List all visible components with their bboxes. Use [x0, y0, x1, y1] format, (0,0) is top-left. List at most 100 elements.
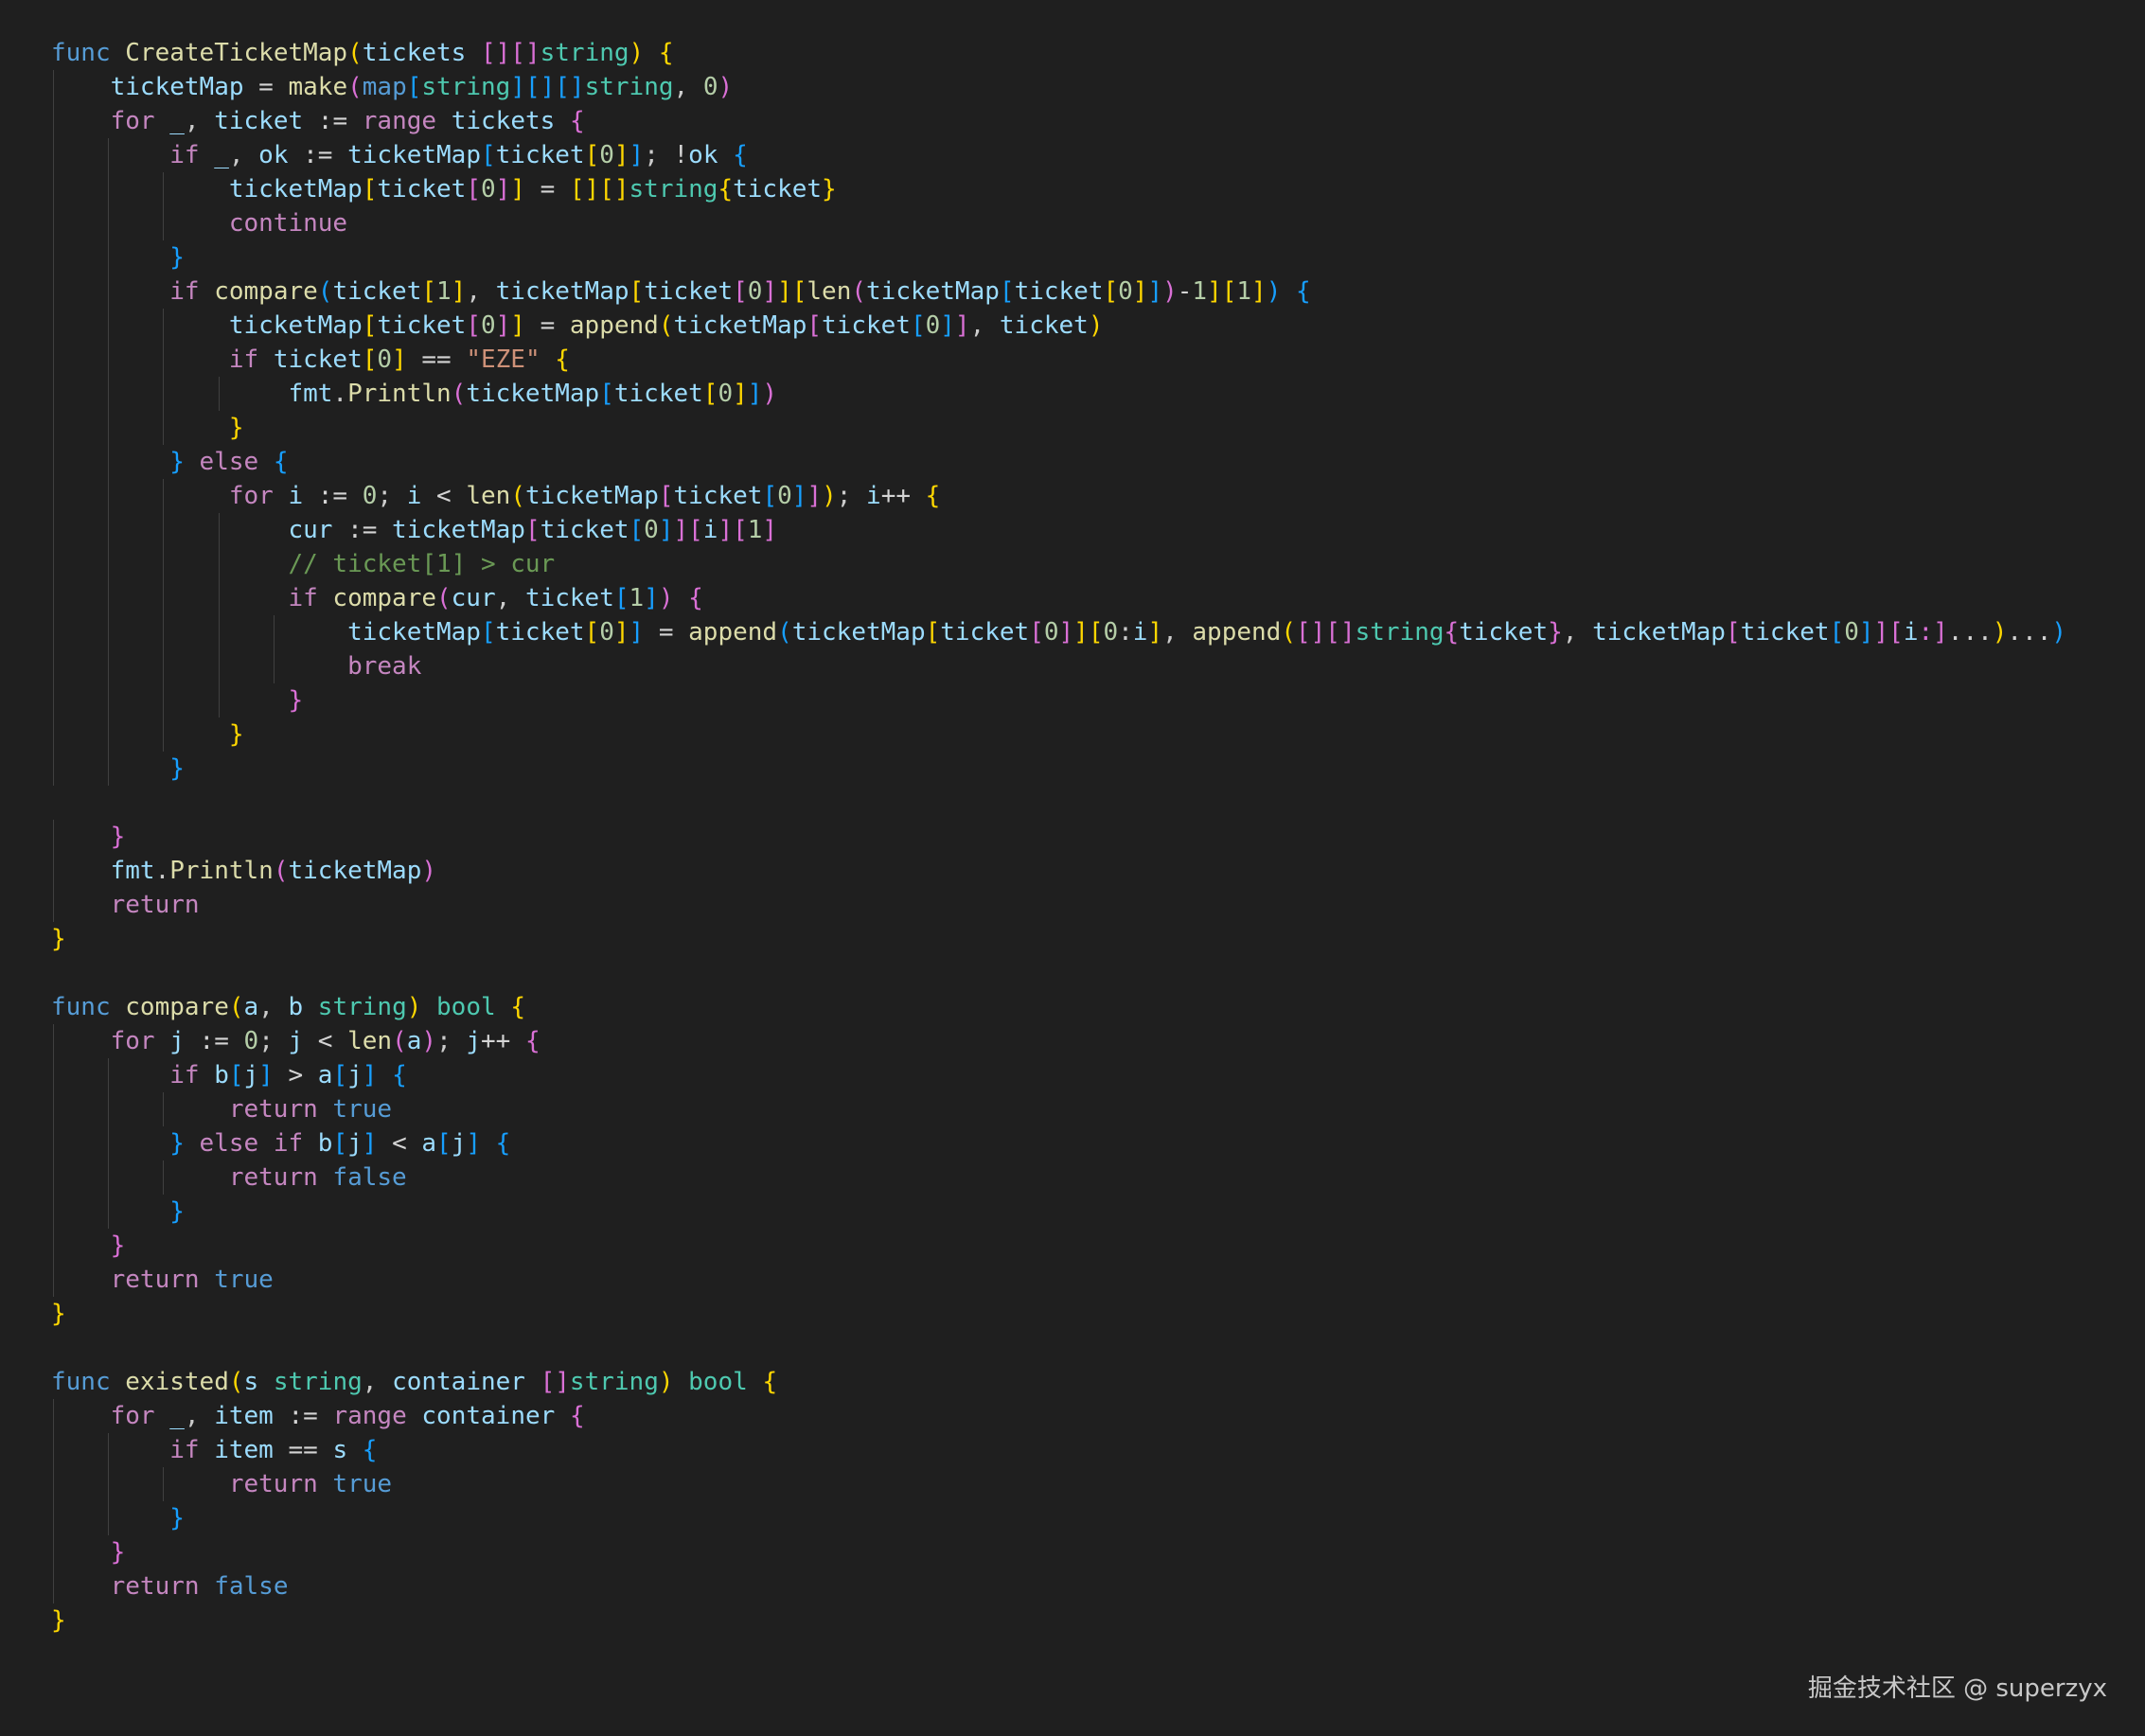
indent-guide [53, 649, 54, 683]
indent-guide [163, 513, 165, 547]
code-token: < [303, 1027, 348, 1055]
code-token: break [347, 652, 422, 681]
code-token: 0 [1118, 277, 1133, 306]
code-token: ] [258, 1061, 274, 1089]
code-area[interactable]: } func CreateTicketMap(tickets [][]strin… [51, 0, 2145, 1638]
indent-guide [163, 411, 165, 445]
indent-guide [163, 1467, 165, 1501]
code-token: == [406, 345, 467, 374]
code-token: { [762, 1368, 778, 1396]
indent-guide [163, 1092, 165, 1126]
code-line: ticketMap = make(map[string][][]string, … [51, 70, 2145, 104]
indent-guide [108, 411, 110, 445]
code-token: ] [1251, 277, 1267, 306]
code-token: := [288, 141, 348, 169]
code-token: ticket [273, 345, 363, 374]
code-token: ] [613, 141, 629, 169]
indent-guide [108, 1126, 110, 1160]
code-token: ) [658, 1368, 674, 1396]
code-token: [ [1088, 618, 1104, 647]
code-token: } [169, 1504, 185, 1532]
indent-guide [108, 445, 110, 479]
code-token: for [110, 1402, 155, 1430]
code-token: [ [1888, 618, 1904, 647]
code-token: := [332, 516, 393, 544]
indent-guide [53, 1399, 54, 1433]
code-token: ticket [524, 584, 614, 612]
indent-guide [108, 206, 110, 240]
code-token: { [925, 482, 941, 510]
code-token: { [718, 175, 734, 204]
code-token: ( [510, 482, 525, 510]
code-token: ] [940, 311, 955, 340]
code-line: } [51, 1501, 2145, 1535]
code-token: } [110, 1231, 126, 1260]
code-token: s [243, 1368, 259, 1396]
code-token: continue [228, 209, 348, 238]
indent-guide [53, 1263, 54, 1297]
indent-guide [108, 240, 110, 275]
code-token: ) [822, 482, 837, 510]
code-token: return [228, 1163, 318, 1192]
indent-guide [163, 547, 165, 581]
code-token: return [228, 1470, 318, 1498]
code-token: [ [362, 175, 378, 204]
code-line: break [51, 649, 2145, 683]
code-token: 1 [629, 584, 645, 612]
code-token: ( [347, 39, 363, 67]
indent-guide [218, 615, 220, 649]
code-token: len [347, 1027, 393, 1055]
code-token: 0 [1043, 618, 1059, 647]
code-line: func compare(a, b string) bool { [51, 990, 2145, 1024]
code-token: if [228, 345, 259, 374]
code-token: ! [673, 141, 689, 169]
code-token: // ticket[1] > cur [288, 550, 556, 578]
indent-guide [218, 547, 220, 581]
code-token: range [362, 107, 437, 135]
code-line: } [51, 752, 2145, 786]
code-token: if [169, 1061, 200, 1089]
code-token: ] [807, 482, 823, 510]
code-token: ticket [495, 618, 585, 647]
code-token: ] [362, 1061, 378, 1089]
code-token: 0 [702, 73, 718, 101]
code-token: i [406, 482, 422, 510]
code-token: = [524, 311, 570, 340]
code-line: } [51, 717, 2145, 752]
code-token: container [392, 1368, 525, 1396]
code-line: return true [51, 1092, 2145, 1126]
code-editor[interactable]: } func CreateTicketMap(tickets [][]strin… [0, 0, 2145, 1736]
code-token: } [228, 414, 244, 442]
indent-guide [163, 581, 165, 615]
code-token: [ [332, 1129, 348, 1158]
code-line: } [51, 922, 2145, 956]
code-token: ] [510, 73, 525, 101]
code-line: } [51, 1297, 2145, 1331]
code-token: ) [762, 380, 778, 408]
code-token: j [347, 1129, 363, 1158]
indent-guide [163, 309, 165, 343]
code-token: [ [1029, 618, 1044, 647]
code-token: ] [673, 516, 689, 544]
code-token: { [555, 345, 570, 374]
code-token: , [184, 107, 215, 135]
code-line: return [51, 888, 2145, 922]
indent-guide [108, 683, 110, 717]
code-token: ticket [377, 311, 467, 340]
code-token: cur [288, 516, 333, 544]
code-token: tickets [362, 39, 467, 67]
code-token: = [243, 73, 289, 101]
code-token: : [1118, 618, 1133, 647]
